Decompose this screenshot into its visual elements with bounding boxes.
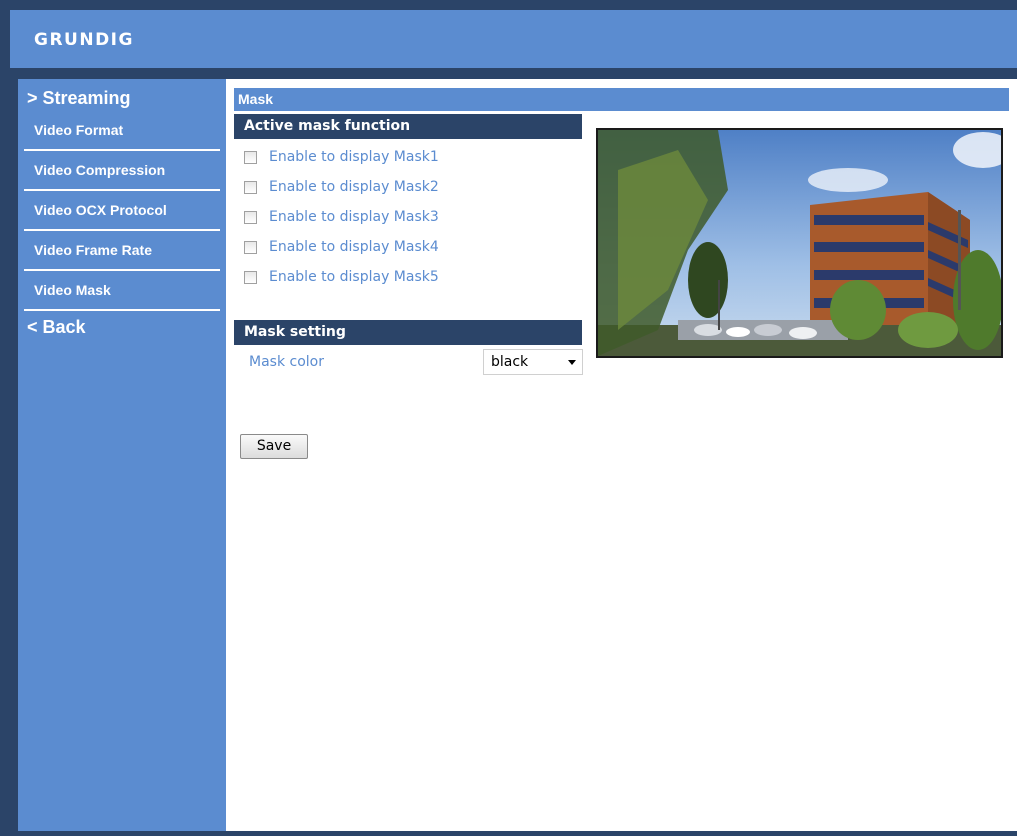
sidebar-item-video-mask[interactable]: Video Mask <box>18 270 220 310</box>
save-button[interactable]: Save <box>240 434 308 459</box>
mask1-label: Enable to display Mask1 <box>269 149 439 165</box>
mask-row-5: Enable to display Mask5 <box>244 267 439 287</box>
mask-color-select[interactable]: black <box>483 349 583 375</box>
mask-row-1: Enable to display Mask1 <box>244 147 439 167</box>
page-title: Mask <box>234 88 1009 111</box>
sidebar-back-link[interactable]: < Back <box>27 317 86 338</box>
sidebar: > Streaming Video Format Video Compressi… <box>18 79 226 831</box>
sidebar-item-video-frame-rate[interactable]: Video Frame Rate <box>18 230 220 270</box>
mask-row-4: Enable to display Mask4 <box>244 237 439 257</box>
sidebar-divider <box>24 309 220 311</box>
mask4-label: Enable to display Mask4 <box>269 239 439 255</box>
mask-color-label: Mask color <box>249 354 324 370</box>
mask2-label: Enable to display Mask2 <box>269 179 439 195</box>
mask2-checkbox[interactable] <box>244 180 257 194</box>
mask4-checkbox[interactable] <box>244 240 257 254</box>
mask3-label: Enable to display Mask3 <box>269 209 439 225</box>
sidebar-item-video-compression[interactable]: Video Compression <box>18 150 220 190</box>
mask5-label: Enable to display Mask5 <box>269 269 439 285</box>
main-content: Mask Active mask function Enable to disp… <box>226 79 1017 831</box>
grundig-logo: GRUNDIG <box>34 30 134 50</box>
sidebar-item-video-format[interactable]: Video Format <box>18 110 220 150</box>
top-banner: GRUNDIG <box>10 10 1017 68</box>
chevron-down-icon <box>568 360 576 365</box>
mask5-checkbox[interactable] <box>244 270 257 284</box>
mask3-checkbox[interactable] <box>244 210 257 224</box>
mask-color-value: black <box>491 354 529 370</box>
sidebar-header-streaming[interactable]: > Streaming <box>27 88 131 109</box>
mask-row-2: Enable to display Mask2 <box>244 177 439 197</box>
camera-preview-image <box>598 130 1001 356</box>
mask-setting-heading: Mask setting <box>234 320 582 345</box>
mask1-checkbox[interactable] <box>244 150 257 164</box>
active-mask-heading: Active mask function <box>234 114 582 139</box>
sidebar-item-video-ocx-protocol[interactable]: Video OCX Protocol <box>18 190 220 230</box>
mask-row-3: Enable to display Mask3 <box>244 207 439 227</box>
camera-preview[interactable] <box>596 128 1003 358</box>
